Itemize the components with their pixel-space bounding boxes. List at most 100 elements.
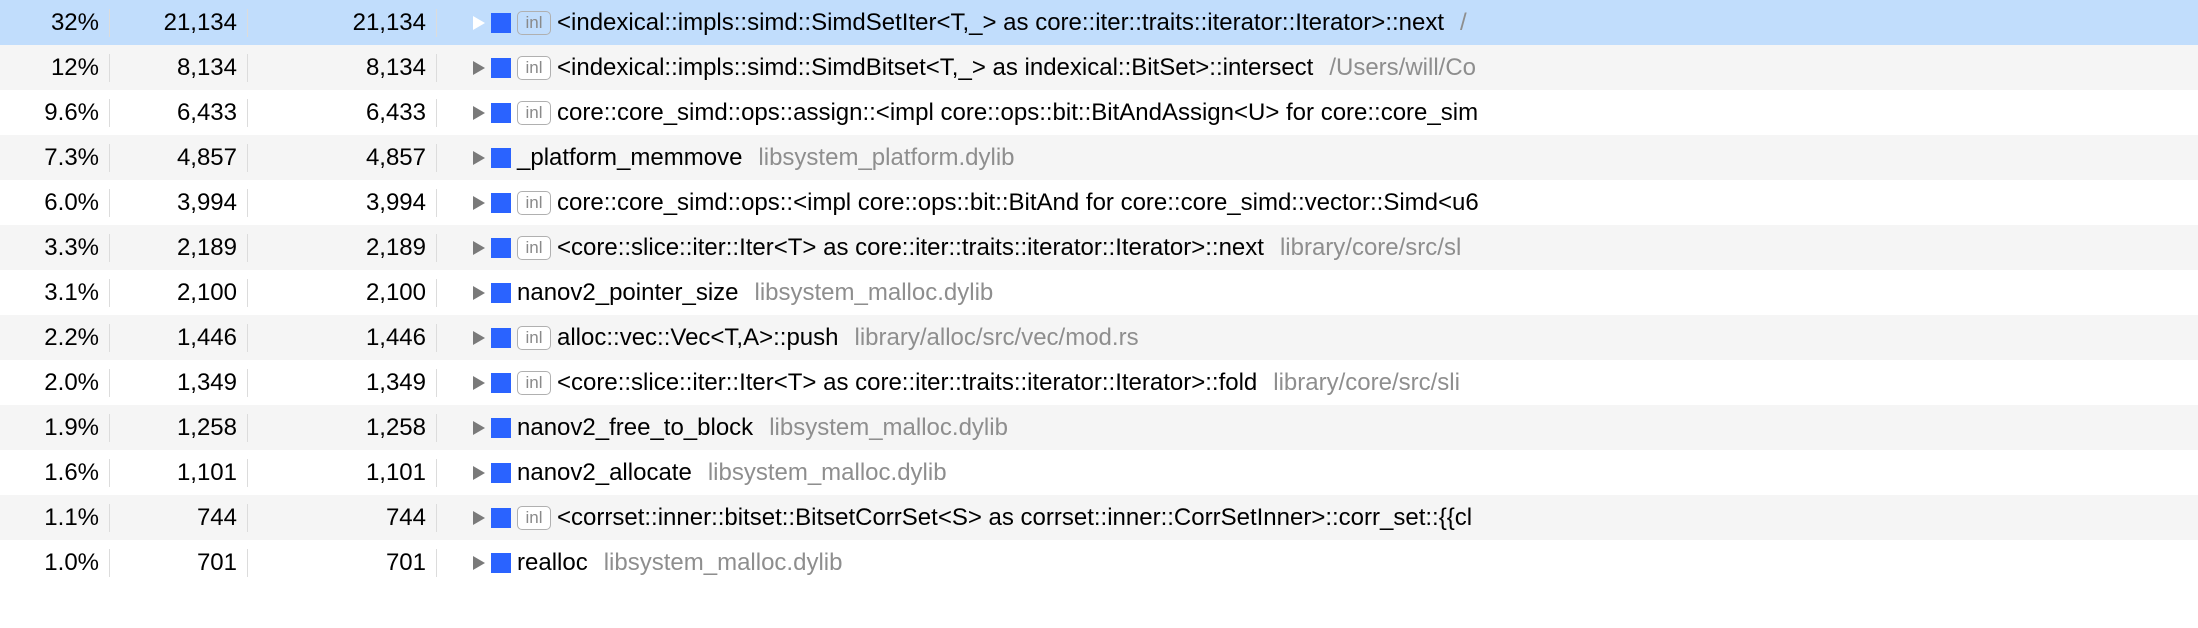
table-row[interactable]: 2.2%1,4461,446inlalloc::vec::Vec<T,A>::p… [0,315,2198,360]
symbol-cell: inlcore::core_simd::ops::<impl core::ops… [467,189,2198,217]
color-swatch-icon [491,418,511,438]
self-cell: 21,134 [248,9,437,37]
table-row[interactable]: 3.3%2,1892,189inl<core::slice::iter::Ite… [0,225,2198,270]
color-swatch-icon [491,238,511,258]
table-row[interactable]: 1.6%1,1011,101nanov2_allocatelibsystem_m… [0,450,2198,495]
disclosure-triangle-icon[interactable] [473,466,485,480]
disclosure-triangle-icon[interactable] [473,241,485,255]
symbol-cell: nanov2_pointer_sizelibsystem_malloc.dyli… [467,279,2198,307]
self-cell: 1,349 [248,369,437,397]
percent-cell: 3.1% [0,279,110,307]
color-swatch-icon [491,283,511,303]
percent-cell: 9.6% [0,99,110,127]
color-swatch-icon [491,508,511,528]
symbol-cell: inl<core::slice::iter::Iter<T> as core::… [467,369,2198,397]
count-cell: 2,100 [110,279,248,307]
color-swatch-icon [491,58,511,78]
percent-cell: 1.9% [0,414,110,442]
symbol-cell: nanov2_free_to_block libsystem_malloc.dyl… [467,414,2198,442]
profiler-table: 32%21,13421,134inl<indexical::impls::sim… [0,0,2198,585]
symbol-cell: _platform_memmove libsystem_platform.dyli… [467,144,2198,172]
library-path: libsystem_malloc.dylib [604,549,843,577]
color-swatch-icon [491,193,511,213]
library-path: libsystem_malloc.dylib [769,414,1008,442]
color-swatch-icon [491,328,511,348]
symbol-name: nanov2_free_to_block [517,414,753,442]
symbol-name: core::core_simd::ops::assign::<impl core… [557,99,1478,127]
symbol-cell: nanov2_allocatelibsystem_malloc.dylib [467,459,2198,487]
library-path: /Users/will/Co [1329,54,1476,82]
self-cell: 701 [248,549,437,577]
disclosure-triangle-icon[interactable] [473,556,485,570]
table-row[interactable]: 9.6%6,4336,433inlcore::core_simd::ops::a… [0,90,2198,135]
self-cell: 8,134 [248,54,437,82]
count-cell: 701 [110,549,248,577]
table-row[interactable]: 2.0%1,3491,349inl<core::slice::iter::Ite… [0,360,2198,405]
library-path: library/core/src/sl [1280,234,1461,262]
percent-cell: 1.6% [0,459,110,487]
symbol-name: _platform_memmove [517,144,742,172]
inline-badge: inl [517,326,551,350]
count-cell: 21,134 [110,9,248,37]
self-cell: 3,994 [248,189,437,217]
table-row[interactable]: 1.0%701701realloclibsystem_malloc.dylib [0,540,2198,585]
disclosure-triangle-icon[interactable] [473,106,485,120]
color-swatch-icon [491,553,511,573]
symbol-cell: inlcore::core_simd::ops::assign::<impl c… [467,99,2198,127]
library-path: libsystem_platform.dylib [758,144,1014,172]
inline-badge: inl [517,371,551,395]
percent-cell: 12% [0,54,110,82]
self-cell: 744 [248,504,437,532]
symbol-name: nanov2_pointer_size [517,279,739,307]
table-row[interactable]: 1.9%1,2581,258nanov2_free_to_blocklibsys… [0,405,2198,450]
library-path: library/core/src/sli [1273,369,1460,397]
table-row[interactable]: 1.1%744744inl<corrset::inner::bitset::Bi… [0,495,2198,540]
disclosure-triangle-icon[interactable] [473,16,485,30]
table-row[interactable]: 12%8,1348,134inl<indexical::impls::simd:… [0,45,2198,90]
disclosure-triangle-icon[interactable] [473,421,485,435]
percent-cell: 7.3% [0,144,110,172]
self-cell: 1,258 [248,414,437,442]
symbol-name: <core::slice::iter::Iter<T> as core::ite… [557,369,1257,397]
percent-cell: 6.0% [0,189,110,217]
disclosure-triangle-icon[interactable] [473,331,485,345]
self-cell: 4,857 [248,144,437,172]
count-cell: 1,101 [110,459,248,487]
symbol-cell: inl<corrset::inner::bitset::BitsetCorrSe… [467,504,2198,532]
disclosure-triangle-icon[interactable] [473,286,485,300]
symbol-name: nanov2_allocate [517,459,692,487]
percent-cell: 1.1% [0,504,110,532]
disclosure-triangle-icon[interactable] [473,376,485,390]
color-swatch-icon [491,103,511,123]
table-row[interactable]: 6.0%3,9943,994inlcore::core_simd::ops::<… [0,180,2198,225]
color-swatch-icon [491,463,511,483]
symbol-name: alloc::vec::Vec<T,A>::push [557,324,839,352]
count-cell: 1,258 [110,414,248,442]
disclosure-triangle-icon[interactable] [473,151,485,165]
color-swatch-icon [491,373,511,393]
self-cell: 2,100 [248,279,437,307]
disclosure-triangle-icon[interactable] [473,511,485,525]
inline-badge: inl [517,56,551,80]
symbol-name: <core::slice::iter::Iter<T> as core::ite… [557,234,1264,262]
inline-badge: inl [517,11,551,35]
inline-badge: inl [517,236,551,260]
library-path: library/alloc/src/vec/mod.rs [855,324,1139,352]
disclosure-triangle-icon[interactable] [473,196,485,210]
table-row[interactable]: 3.1%2,1002,100nanov2_pointer_sizelibsyst… [0,270,2198,315]
self-cell: 1,446 [248,324,437,352]
color-swatch-icon [491,13,511,33]
count-cell: 8,134 [110,54,248,82]
library-path: / [1460,9,1467,37]
inline-badge: inl [517,506,551,530]
percent-cell: 1.0% [0,549,110,577]
disclosure-triangle-icon[interactable] [473,61,485,75]
self-cell: 1,101 [248,459,437,487]
table-row[interactable]: 7.3%4,8574,857_platform_memmovelibsystem… [0,135,2198,180]
count-cell: 3,994 [110,189,248,217]
symbol-name: <indexical::impls::simd::SimdSetIter<T,_… [557,9,1444,37]
percent-cell: 3.3% [0,234,110,262]
table-row[interactable]: 32%21,13421,134inl<indexical::impls::sim… [0,0,2198,45]
count-cell: 744 [110,504,248,532]
count-cell: 1,349 [110,369,248,397]
